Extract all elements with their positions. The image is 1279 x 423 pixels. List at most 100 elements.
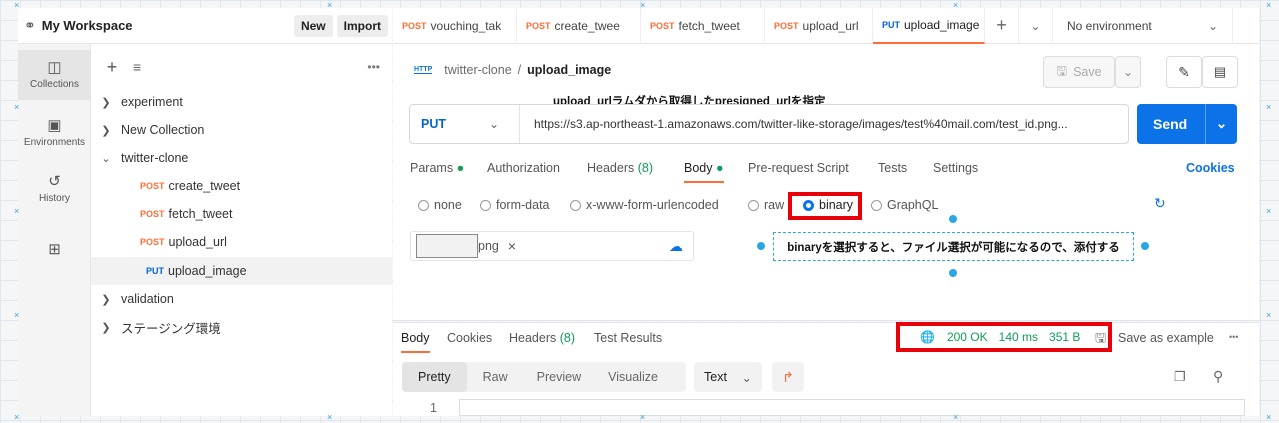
- save-label: Save: [1073, 65, 1102, 79]
- request-name: upload_image: [168, 264, 247, 278]
- url-input[interactable]: https://s3.ap-northeast-1.amazonaws.com/…: [534, 117, 1119, 131]
- tab-upload-url[interactable]: POST upload_url: [765, 7, 873, 44]
- grid-marker: ×: [327, 412, 333, 422]
- chevron-right-icon: ❯: [101, 293, 111, 306]
- tree-item-staging[interactable]: ❯ ステージング環境: [91, 313, 392, 341]
- filter-icon[interactable]: ≡: [133, 59, 141, 75]
- method-select[interactable]: PUT ⌄: [410, 105, 520, 143]
- sidebar-item-environments[interactable]: ▣ Environments: [18, 110, 91, 156]
- tab-prerequest[interactable]: Pre-request Script: [748, 161, 849, 175]
- tab-authorization[interactable]: Authorization: [487, 161, 560, 175]
- tree-item-experiment[interactable]: ❯ experiment: [91, 88, 392, 116]
- more-icon[interactable]: •••: [1229, 332, 1238, 342]
- view-raw[interactable]: Raw: [467, 370, 524, 384]
- breadcrumb: HTTP twitter-clone / upload_image: [414, 63, 611, 77]
- request-name: create_tweet: [168, 179, 241, 193]
- tree-request-fetch-tweet[interactable]: POST fetch_tweet: [91, 200, 392, 228]
- remove-file-icon[interactable]: ×: [508, 238, 516, 254]
- user-icon: ⚭: [24, 17, 36, 33]
- tree-item-twitter-clone[interactable]: ⌄ twitter-clone: [91, 144, 392, 172]
- tree-item-validation[interactable]: ❯ validation: [91, 285, 392, 313]
- new-button[interactable]: New: [293, 14, 333, 37]
- tab-body[interactable]: Body ●: [684, 161, 724, 183]
- tab-headers[interactable]: Headers (8): [587, 161, 653, 175]
- workspace-title[interactable]: My Workspace: [42, 18, 290, 33]
- handle-bottom: [949, 269, 957, 277]
- sidebar-item-history[interactable]: ↺ History: [18, 168, 91, 212]
- save-response-icon[interactable]: 🖫: [1095, 329, 1106, 351]
- tabs-dropdown-chevron-icon[interactable]: ⌄: [1019, 7, 1053, 44]
- format-select[interactable]: Text ⌄: [694, 362, 762, 392]
- send-button[interactable]: Send ⌄: [1137, 104, 1237, 144]
- tab-tests[interactable]: Tests: [878, 161, 907, 175]
- radio-urlencoded[interactable]: x-www-form-urlencoded: [570, 198, 719, 212]
- radio-form-data[interactable]: form-data: [480, 198, 550, 212]
- tree-request-upload-image[interactable]: PUT upload_image: [91, 257, 392, 285]
- save-icon: 🖫: [1056, 63, 1068, 78]
- radio-raw[interactable]: raw: [748, 198, 784, 212]
- cookies-link[interactable]: Cookies: [1186, 161, 1235, 175]
- resp-tab-cookies[interactable]: Cookies: [447, 331, 492, 345]
- breadcrumb-current[interactable]: upload_image: [527, 63, 611, 77]
- tab-create-tweet[interactable]: POST create_twee: [517, 7, 641, 44]
- grid-marker: ×: [640, 0, 646, 10]
- collections-tree: + ≡ ••• ❯ experiment ❯ New Collection ⌄ twi…: [91, 44, 392, 416]
- refresh-icon[interactable]: ↻: [1154, 195, 1166, 212]
- tab-params[interactable]: Params ●: [410, 161, 464, 175]
- grid-marker: ×: [14, 0, 20, 10]
- tab-fetch-tweet[interactable]: POST fetch_tweet: [641, 7, 765, 44]
- tab-label: Headers: [509, 331, 557, 345]
- history-icon: ↺: [48, 173, 61, 190]
- environment-select[interactable]: No environment ⌄: [1053, 7, 1233, 44]
- save-options-button[interactable]: ⌄: [1115, 56, 1141, 88]
- save-example-button[interactable]: Save as example: [1118, 331, 1214, 345]
- tree-item-new-collection[interactable]: ❯ New Collection: [91, 116, 392, 144]
- search-icon[interactable]: ⚲: [1213, 368, 1223, 385]
- resp-tab-body[interactable]: Body: [401, 331, 430, 353]
- save-button[interactable]: 🖫 Save: [1043, 56, 1115, 88]
- resp-tab-test-results[interactable]: Test Results: [594, 331, 662, 345]
- document-icon: ▤: [1213, 64, 1227, 79]
- add-icon[interactable]: +: [91, 57, 133, 78]
- resp-tab-headers[interactable]: Headers (8): [509, 331, 575, 345]
- sidebar-item-apps[interactable]: ⊞: [18, 240, 91, 268]
- tree-item-label: ステージング環境: [121, 321, 221, 336]
- tree-request-create-tweet[interactable]: POST create_tweet: [91, 172, 392, 200]
- format-label: Text: [704, 370, 727, 384]
- grid-plus-icon: ⊞: [48, 241, 61, 258]
- sidebar-item-collections[interactable]: ◫ Collections: [18, 50, 91, 100]
- tree-item-label: experiment: [121, 95, 183, 109]
- cloud-upload-icon[interactable]: ☁: [669, 238, 683, 255]
- file-name-redacted: [416, 234, 478, 258]
- file-chip: png × ☁: [410, 231, 694, 261]
- documentation-button[interactable]: ▤: [1202, 56, 1238, 88]
- grid-marker: ×: [1266, 206, 1272, 216]
- tab-label: upload_url: [802, 18, 859, 33]
- active-dot: ●: [456, 161, 465, 175]
- tree-request-upload-url[interactable]: POST upload_url: [91, 228, 392, 256]
- view-pretty[interactable]: Pretty: [402, 362, 467, 392]
- edit-button[interactable]: ✎: [1166, 56, 1202, 88]
- chevron-down-icon: ⌄: [1205, 104, 1237, 144]
- radio-none[interactable]: none: [418, 198, 462, 212]
- file-name: png: [478, 239, 499, 253]
- view-visualize[interactable]: Visualize: [598, 370, 668, 384]
- import-button[interactable]: Import: [336, 14, 388, 37]
- sidebar-item-label: Collections: [30, 79, 79, 90]
- tab-vouching[interactable]: POST vouching_tak: [393, 7, 517, 44]
- line-number: 1: [430, 401, 437, 415]
- more-icon[interactable]: •••: [367, 60, 380, 74]
- radio-graphql[interactable]: GraphQL: [871, 198, 938, 212]
- tab-upload-image[interactable]: PUT upload_image: [873, 7, 985, 44]
- tree-item-label: validation: [121, 292, 174, 306]
- tab-label: vouching_tak: [430, 18, 502, 33]
- wrap-lines-button[interactable]: ↱: [772, 362, 804, 392]
- response-body-editor[interactable]: [459, 399, 1245, 416]
- tab-settings[interactable]: Settings: [933, 161, 978, 175]
- view-preview[interactable]: Preview: [524, 370, 598, 384]
- breadcrumb-parent[interactable]: twitter-clone: [444, 63, 511, 77]
- add-tab-button[interactable]: +: [985, 7, 1019, 44]
- method-badge: POST: [774, 20, 799, 31]
- copy-icon[interactable]: ❐: [1174, 369, 1186, 385]
- environment-label: No environment: [1067, 18, 1152, 33]
